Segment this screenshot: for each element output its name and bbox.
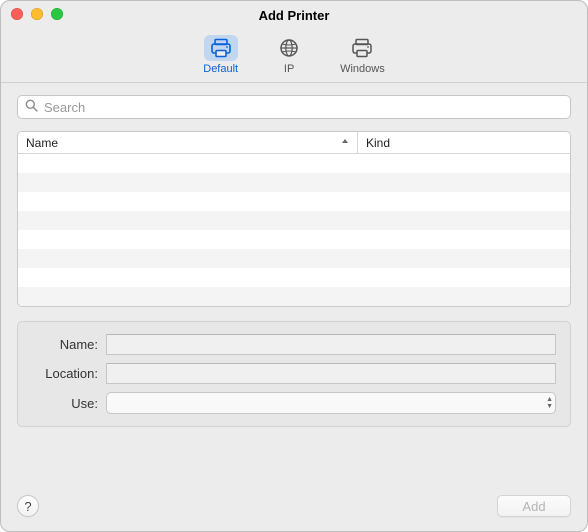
bottom-bar: ? Add — [1, 495, 587, 531]
printer-icon — [204, 35, 238, 61]
table-row — [18, 173, 570, 192]
column-header-kind-label: Kind — [366, 136, 390, 150]
toolbar: Default IP — [1, 29, 587, 83]
use-label: Use: — [32, 396, 106, 411]
location-label: Location: — [32, 366, 106, 381]
add-printer-window: Add Printer Default — [0, 0, 588, 532]
close-window-button[interactable] — [11, 8, 23, 20]
table-body[interactable] — [18, 154, 570, 306]
zoom-window-button[interactable] — [51, 8, 63, 20]
column-header-name[interactable]: Name — [18, 132, 358, 153]
add-button[interactable]: Add — [497, 495, 571, 517]
tab-default[interactable]: Default — [195, 33, 246, 79]
name-field[interactable] — [106, 334, 556, 355]
details-panel: Name: Location: Use: ▲▼ — [17, 321, 571, 427]
table-row — [18, 211, 570, 230]
globe-icon — [272, 35, 306, 61]
printer-alt-icon — [345, 35, 379, 61]
tab-ip[interactable]: IP — [264, 33, 314, 79]
printer-table: Name Kind — [17, 131, 571, 307]
table-row — [18, 268, 570, 287]
table-row — [18, 249, 570, 268]
tab-windows-label: Windows — [340, 63, 385, 75]
table-row — [18, 154, 570, 173]
help-button[interactable]: ? — [17, 495, 39, 517]
table-row — [18, 192, 570, 211]
table-row — [18, 287, 570, 306]
use-select[interactable] — [106, 392, 556, 414]
table-row — [18, 230, 570, 249]
table-header: Name Kind — [18, 132, 570, 154]
titlebar: Add Printer — [1, 1, 587, 29]
content-area: Name Kind — [1, 83, 587, 495]
tab-default-label: Default — [203, 63, 238, 75]
search-input[interactable] — [17, 95, 571, 119]
search-icon — [25, 99, 38, 115]
location-field[interactable] — [106, 363, 556, 384]
search-field-wrap — [17, 95, 571, 119]
tab-windows[interactable]: Windows — [332, 33, 393, 79]
window-controls — [11, 8, 63, 20]
tab-ip-label: IP — [284, 63, 294, 75]
sort-ascending-icon — [341, 137, 349, 148]
window-title: Add Printer — [259, 8, 330, 23]
column-header-kind[interactable]: Kind — [358, 132, 570, 153]
minimize-window-button[interactable] — [31, 8, 43, 20]
column-header-name-label: Name — [26, 136, 58, 150]
add-button-label: Add — [522, 499, 545, 514]
help-icon: ? — [24, 499, 31, 514]
name-label: Name: — [32, 337, 106, 352]
